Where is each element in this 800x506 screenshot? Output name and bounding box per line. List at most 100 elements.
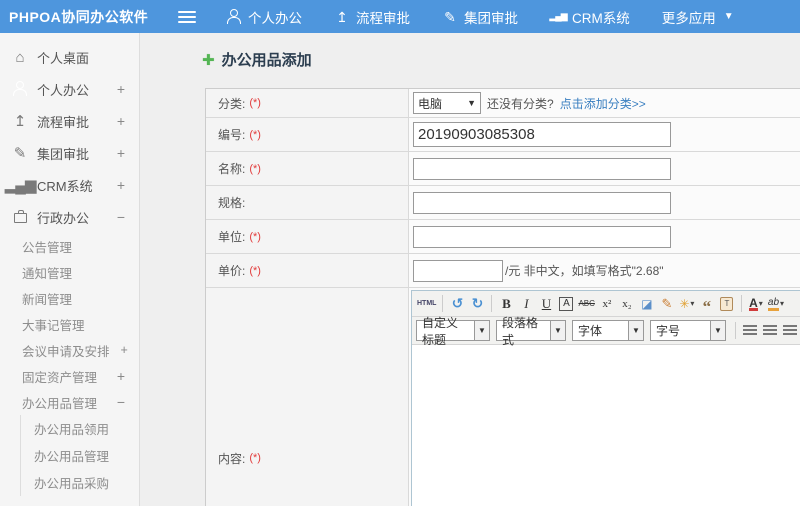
sidebar-item-personal-office[interactable]: 个人办公 + (0, 73, 139, 105)
select-caret-icon: ▼ (474, 321, 489, 340)
sidebar-item-notice-mgmt[interactable]: 通知管理 (0, 259, 139, 285)
number-input[interactable] (413, 122, 671, 147)
sidebar-item-meeting-request[interactable]: 会议申请及安排 + (0, 337, 139, 363)
form-row-number: 编号: (*) (206, 118, 800, 152)
expand-icon[interactable]: + (117, 368, 125, 384)
font-family-select[interactable]: 字体 ▼ (572, 320, 644, 341)
sidebar-item-office-supplies-mgmt[interactable]: 办公用品管理 − (0, 389, 139, 415)
form-row-price: 单价: (*) /元 非中文，如填写格式"2.68" (206, 254, 800, 288)
form-row-name: 名称: (*) (206, 152, 800, 186)
field-label: 单价: (218, 264, 246, 278)
highlight-color-dropdown[interactable]: ab ▾ (767, 294, 785, 313)
form-row-content: 内容: (*) HTML ↺ ↻ B I U A ABC x² x₂ ◪ ✎ ✳… (206, 288, 800, 506)
caret-down-icon: ▾ (780, 299, 785, 308)
italic-button[interactable]: I (517, 294, 535, 313)
sidebar-item-admin-office[interactable]: 行政办公 − (0, 201, 139, 233)
field-label: 编号: (218, 128, 246, 142)
eraser-button[interactable]: ◪ (638, 294, 656, 313)
person-icon (226, 8, 242, 25)
custom-heading-select[interactable]: 自定义标题 ▼ (416, 316, 490, 347)
nav-group-approval[interactable]: ✎ 集团审批 (442, 7, 518, 27)
select-caret-icon: ▼ (628, 321, 643, 340)
strikethrough-button[interactable]: ABC (577, 294, 595, 313)
redo-button[interactable]: ↻ (468, 294, 486, 313)
required-mark: (*) (249, 162, 261, 175)
undo-button[interactable]: ↺ (448, 294, 466, 313)
collapse-icon[interactable]: − (117, 209, 125, 225)
paragraph-format-select[interactable]: 段落格式 ▼ (496, 316, 566, 347)
toolbar-separator (442, 295, 444, 312)
caret-down-icon: ▾ (758, 299, 763, 308)
sidebar-item-group-approval[interactable]: ✎ 集团审批 + (0, 137, 139, 169)
hamburger-menu-icon[interactable] (176, 10, 198, 24)
nav-crm-system[interactable]: ▂▄▆ CRM系统 (549, 7, 629, 27)
no-category-hint: 还没有分类? (487, 96, 554, 111)
font-color-dropdown[interactable]: A ▾ (747, 294, 765, 313)
add-category-link[interactable]: 点击添加分类>> (560, 95, 646, 112)
unit-input[interactable] (413, 225, 671, 248)
blockquote-button[interactable]: “ (698, 294, 716, 315)
align-left-icon (743, 325, 757, 336)
nav-label: 集团审批 (464, 10, 518, 26)
nav-process-approval[interactable]: ↥ 流程审批 (334, 7, 410, 27)
sidebar-item-supplies-claim[interactable]: 办公用品领用 (21, 415, 139, 442)
home-icon: ⌂ (15, 48, 25, 66)
align-left-button[interactable] (741, 321, 759, 340)
superscript-button[interactable]: x² (598, 294, 616, 313)
bar-chart-icon: ▂▄▆ (4, 176, 37, 194)
office-supply-add-form: 分类: (*) 电脑 ▼ 还没有分类? 点击添加分类>> 编号: (*) 201… (205, 88, 800, 506)
nav-personal-office[interactable]: 个人办公 (226, 7, 302, 27)
align-center-button[interactable] (761, 321, 779, 340)
font-size-select[interactable]: 字号 ▼ (650, 320, 726, 341)
align-right-button[interactable] (781, 321, 799, 340)
select-caret-icon: ▼ (467, 98, 476, 108)
sidebar-item-supplies-purchase[interactable]: 办公用品采购 (21, 469, 139, 496)
field-label: 名称: (218, 162, 246, 176)
expand-icon[interactable]: + (117, 113, 125, 129)
sidebar-item-supplies-manage[interactable]: 办公用品管理 (21, 442, 139, 469)
sidebar-item-news-mgmt[interactable]: 新闻管理 (0, 285, 139, 311)
sidebar-item-announcement-mgmt[interactable]: 公告管理 (0, 233, 139, 259)
editor-content-area[interactable] (412, 345, 800, 506)
sidebar-item-events-mgmt[interactable]: 大事记管理 (0, 311, 139, 337)
spec-input[interactable] (413, 191, 671, 214)
sparkle-icon: ✳ (679, 296, 690, 311)
bar-chart-icon: ▂▄▆ (549, 11, 567, 21)
price-input[interactable] (413, 259, 503, 282)
select-caret-icon: ▼ (710, 321, 725, 340)
toolbar-separator (740, 295, 742, 312)
font-color-icon: A (749, 295, 758, 311)
subscript-button[interactable]: x₂ (618, 294, 636, 313)
sidebar-item-process-approval[interactable]: ↥ 流程审批 + (0, 105, 139, 137)
edit-icon: ✎ (444, 8, 456, 25)
required-mark: (*) (249, 452, 261, 464)
collapse-icon[interactable]: − (117, 394, 125, 410)
edit-icon: ✎ (13, 144, 27, 162)
name-input[interactable] (413, 157, 671, 180)
boxed-a-button[interactable]: A (559, 296, 574, 311)
sidebar-item-personal-desktop[interactable]: ⌂ 个人桌面 (0, 41, 139, 73)
format-brush-button[interactable]: ✎ (658, 294, 676, 313)
sidebar-item-fixed-assets[interactable]: 固定资产管理 + (0, 363, 139, 389)
underline-button[interactable]: U (537, 294, 555, 313)
expand-icon[interactable]: + (117, 81, 125, 97)
expand-icon[interactable]: + (121, 343, 128, 357)
page: PHPOA协同办公软件 个人办公 ↥ 流程审批 ✎ 集团审批 ▂▄▆ CRM系统… (0, 0, 800, 506)
form-row-unit: 单位: (*) (206, 220, 800, 254)
required-mark: (*) (249, 264, 261, 277)
paste-as-text-button[interactable]: T (720, 296, 734, 311)
expand-icon[interactable]: + (117, 177, 125, 193)
rich-text-editor: HTML ↺ ↻ B I U A ABC x² x₂ ◪ ✎ ✳ ▾ “ T A… (411, 290, 800, 506)
upload-icon: ↥ (336, 8, 348, 25)
sidebar-item-crm-system[interactable]: ▂▄▆ CRM系统 + (0, 169, 139, 201)
sidebar-submenu-level3: 办公用品领用 办公用品管理 办公用品采购 (20, 415, 139, 496)
expand-icon[interactable]: + (117, 145, 125, 161)
category-select[interactable]: 电脑 ▼ (413, 92, 481, 114)
field-label: 规格: (218, 196, 246, 210)
add-plus-icon: ✚ (202, 51, 215, 69)
color-format-dropdown[interactable]: ✳ ▾ (678, 294, 696, 313)
bold-button[interactable]: B (497, 294, 515, 313)
nav-more-apps[interactable]: 更多应用 ▼ (662, 7, 734, 27)
align-right-icon (783, 325, 797, 336)
html-source-button[interactable]: HTML (416, 294, 437, 313)
